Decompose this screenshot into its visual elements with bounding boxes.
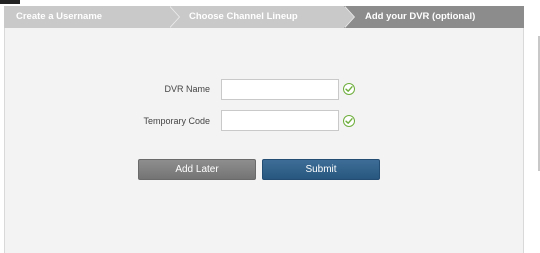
add-later-button[interactable]: Add Later <box>138 159 256 180</box>
dvr-name-field[interactable] <box>221 79 339 100</box>
step-label: Create a Username <box>16 11 103 22</box>
dvr-setup-page: Create a Username Choose Channel Lineup … <box>0 0 540 253</box>
wizard-steps: Create a Username Choose Channel Lineup … <box>4 6 524 28</box>
step-choose-channel-lineup[interactable]: Choose Channel Lineup <box>169 6 354 28</box>
dvr-name-label: DVR Name <box>164 84 210 94</box>
check-circle-icon <box>343 115 355 127</box>
step-arrow <box>344 6 354 28</box>
top-edge-glyph <box>0 0 20 4</box>
step-arrow <box>169 6 179 28</box>
step-create-username[interactable]: Create a Username <box>4 6 179 28</box>
step-label: Choose Channel Lineup <box>189 11 298 22</box>
temporary-code-field[interactable] <box>221 110 339 131</box>
submit-button[interactable]: Submit <box>262 159 380 180</box>
check-circle-icon <box>343 83 355 95</box>
step-label: Add your DVR (optional) <box>365 11 476 22</box>
temporary-code-label: Temporary Code <box>143 116 210 126</box>
step-add-dvr[interactable]: Add your DVR (optional) <box>344 6 524 28</box>
